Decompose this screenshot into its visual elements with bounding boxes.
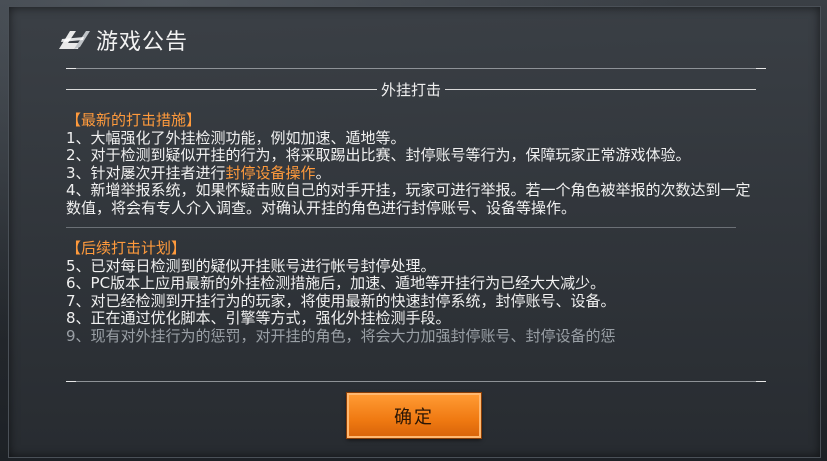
section-title: 外挂打击 bbox=[66, 78, 757, 100]
header-divider bbox=[66, 68, 766, 69]
section-title-text: 外挂打击 bbox=[381, 80, 442, 99]
list-item: 3、针对屡次开挂者进行封停设备操作。 bbox=[66, 163, 756, 183]
section-line-right bbox=[445, 88, 757, 90]
list-item: 1、大幅强化了外挂检测功能，例如加速、遁地等。 bbox=[66, 128, 406, 147]
block-heading: 【最新的打击措施】 bbox=[66, 112, 202, 129]
list-item: 4、新增举报系统，如果怀疑击败自己的对手开挂，玩家可进行举报。若一个角色被举报的… bbox=[66, 181, 751, 217]
announcement-content[interactable]: 【最新的打击措施】 1、大幅强化了外挂检测功能，例如加速、遁地等。 2、对于检测… bbox=[66, 112, 756, 368]
footer-divider bbox=[66, 381, 766, 382]
divider-tick bbox=[756, 68, 766, 69]
list-item: 6、PC版本上应用最新的外挂检测措施后，加速、遁地等开挂行为已经大大减少。 bbox=[66, 274, 606, 292]
block-heading: 【后续打击计划】 bbox=[66, 239, 187, 257]
list-item: 9、现有对外挂行为的惩罚，对开挂的角色，将会大力加强封停账号、封停设备的惩 bbox=[66, 326, 616, 345]
list-item: 5、已对每日检测到的疑似开挂账号进行帐号封停处理。 bbox=[66, 256, 436, 275]
divider-tick bbox=[756, 381, 766, 382]
dialog-title: 游戏公告 bbox=[96, 30, 189, 55]
block-divider bbox=[66, 227, 736, 228]
section-line-left bbox=[66, 88, 377, 90]
list-item: 8、正在通过优化脚本、引擎等方式，强化外挂检测手段。 bbox=[66, 309, 451, 327]
list-item-text: 。 bbox=[315, 163, 331, 182]
list-item: 2、对于检测到疑似开挂的行为，将采取踢出比赛、封停账号等行为，保障玩家正常游戏体… bbox=[66, 146, 691, 164]
divider-tick bbox=[66, 381, 76, 382]
list-item-text: 3、针对屡次开挂者进行 bbox=[66, 163, 226, 182]
confirm-button[interactable]: 确定 bbox=[347, 393, 481, 438]
dialog-header: 游戏公告 bbox=[56, 22, 188, 58]
highlight-text: 封停设备操作 bbox=[225, 163, 316, 182]
list-item: 7、对已经检测到开挂行为的玩家，将使用最新的快速封停系统，封停账号、设备。 bbox=[66, 291, 616, 310]
divider-tick bbox=[66, 68, 76, 69]
game-logo-icon bbox=[59, 31, 90, 49]
